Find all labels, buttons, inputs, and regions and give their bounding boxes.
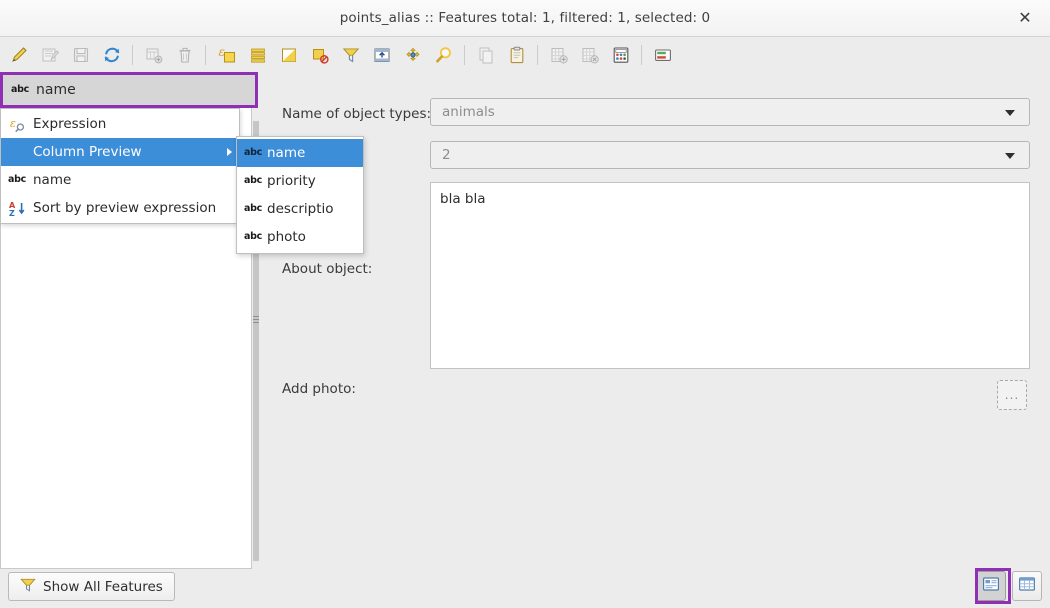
select-all-icon[interactable]	[242, 40, 273, 70]
form-row-about-object: About object:	[282, 261, 372, 277]
title-bar: points_alias :: Features total: 1, filte…	[0, 0, 1050, 37]
splitter-dots-icon	[253, 316, 259, 325]
preview-context-menu: ε Expression Column Preview abc name A Z	[0, 108, 240, 224]
form-view-icon	[982, 575, 1000, 597]
chevron-down-icon	[1005, 153, 1015, 159]
abc-icon: abc	[8, 174, 26, 186]
submenu-item-photo[interactable]: abc photo	[237, 223, 363, 251]
about-object-textarea[interactable]: bla bla	[430, 182, 1030, 369]
submenu-item-label: descriptio	[267, 201, 334, 217]
save-layer-edits-icon[interactable]	[65, 40, 96, 70]
pan-to-selection-icon[interactable]	[397, 40, 428, 70]
save-edits-icon[interactable]	[34, 40, 65, 70]
toolbar-separator	[205, 45, 206, 65]
view-mode-toggles	[976, 571, 1042, 601]
toolbar-separator	[641, 45, 642, 65]
show-all-features-label: Show All Features	[43, 578, 163, 595]
form-row-name-of-object-types: Name of object types:	[282, 100, 432, 128]
reload-table-icon[interactable]	[96, 40, 127, 70]
add-feature-icon[interactable]	[138, 40, 169, 70]
abc-icon: abc	[244, 231, 262, 243]
menu-item-label: Sort by preview expression	[33, 200, 217, 216]
name-of-object-types-combo[interactable]: animals	[430, 98, 1030, 126]
submenu-item-label: name	[267, 145, 306, 161]
zoom-to-selection-icon[interactable]	[428, 40, 459, 70]
invert-selection-icon[interactable]	[273, 40, 304, 70]
svg-text:ε: ε	[10, 117, 16, 130]
column-preview-submenu: abc name abc priority abc descriptio abc…	[236, 136, 364, 254]
submenu-item-label: photo	[267, 229, 306, 245]
priority-combo[interactable]: 2	[430, 141, 1030, 169]
svg-text:Z: Z	[9, 209, 15, 217]
about-object-value: bla bla	[440, 191, 486, 207]
toolbar: ε	[0, 37, 1050, 73]
name-of-object-types-label: Name of object types:	[282, 106, 432, 122]
menu-item-expression[interactable]: ε Expression	[1, 110, 239, 138]
conditional-formatting-icon[interactable]	[647, 40, 678, 70]
table-view-icon	[1018, 575, 1036, 597]
new-field-icon[interactable]	[543, 40, 574, 70]
filter-selection-icon[interactable]	[335, 40, 366, 70]
menu-item-name[interactable]: abc name	[1, 166, 239, 194]
submenu-item-descriptio[interactable]: abc descriptio	[237, 195, 363, 223]
menu-item-sort-by-preview-expression[interactable]: A Z Sort by preview expression	[1, 194, 239, 222]
filter-funnel-icon	[20, 577, 36, 597]
name-of-object-types-value: animals	[442, 104, 495, 120]
form-view-toggle[interactable]	[976, 571, 1006, 601]
table-view-toggle[interactable]	[1012, 571, 1042, 601]
deselect-all-icon[interactable]	[304, 40, 335, 70]
window-title: points_alias :: Features total: 1, filte…	[339, 10, 711, 26]
attribute-table-window: points_alias :: Features total: 1, filte…	[0, 0, 1050, 608]
menu-item-label: name	[33, 172, 72, 188]
toggle-editing-icon[interactable]	[3, 40, 34, 70]
chevron-right-icon	[227, 148, 232, 156]
close-icon[interactable]: ✕	[1014, 7, 1036, 29]
priority-value: 2	[442, 147, 451, 163]
chevron-down-icon	[1005, 110, 1015, 116]
abc-icon: abc	[244, 203, 262, 215]
sort-az-icon: A Z	[7, 200, 27, 217]
abc-icon: abc	[11, 83, 29, 95]
menu-item-label: Expression	[33, 116, 107, 132]
about-object-label: About object:	[282, 261, 373, 277]
add-photo-label: Add photo:	[282, 381, 356, 397]
submenu-item-name[interactable]: abc name	[237, 139, 363, 167]
preview-expression-combo[interactable]: abc name	[0, 73, 258, 106]
abc-icon: abc	[244, 147, 262, 159]
move-selection-to-top-icon[interactable]	[366, 40, 397, 70]
field-calculator-icon[interactable]	[605, 40, 636, 70]
add-photo-browse-button[interactable]: ...	[997, 380, 1027, 410]
toolbar-separator	[132, 45, 133, 65]
paste-features-icon[interactable]	[501, 40, 532, 70]
toolbar-separator	[464, 45, 465, 65]
delete-selected-icon[interactable]	[169, 40, 200, 70]
attribute-form: Name of object types: animals 2 About ob…	[266, 86, 1044, 556]
select-by-expression-icon[interactable]: ε	[211, 40, 242, 70]
abc-icon: abc	[244, 175, 262, 187]
delete-field-icon[interactable]	[574, 40, 605, 70]
preview-expression-value: name	[36, 81, 76, 98]
form-row-add-photo: Add photo:	[282, 381, 356, 397]
menu-item-column-preview[interactable]: Column Preview	[1, 138, 239, 166]
submenu-item-priority[interactable]: abc priority	[237, 167, 363, 195]
copy-features-icon[interactable]	[470, 40, 501, 70]
submenu-item-label: priority	[267, 173, 316, 189]
expression-icon: ε	[7, 116, 27, 133]
show-all-features-button[interactable]: Show All Features	[8, 572, 175, 601]
svg-text:ε: ε	[218, 45, 224, 59]
menu-item-label: Column Preview	[33, 144, 142, 160]
toolbar-separator	[537, 45, 538, 65]
